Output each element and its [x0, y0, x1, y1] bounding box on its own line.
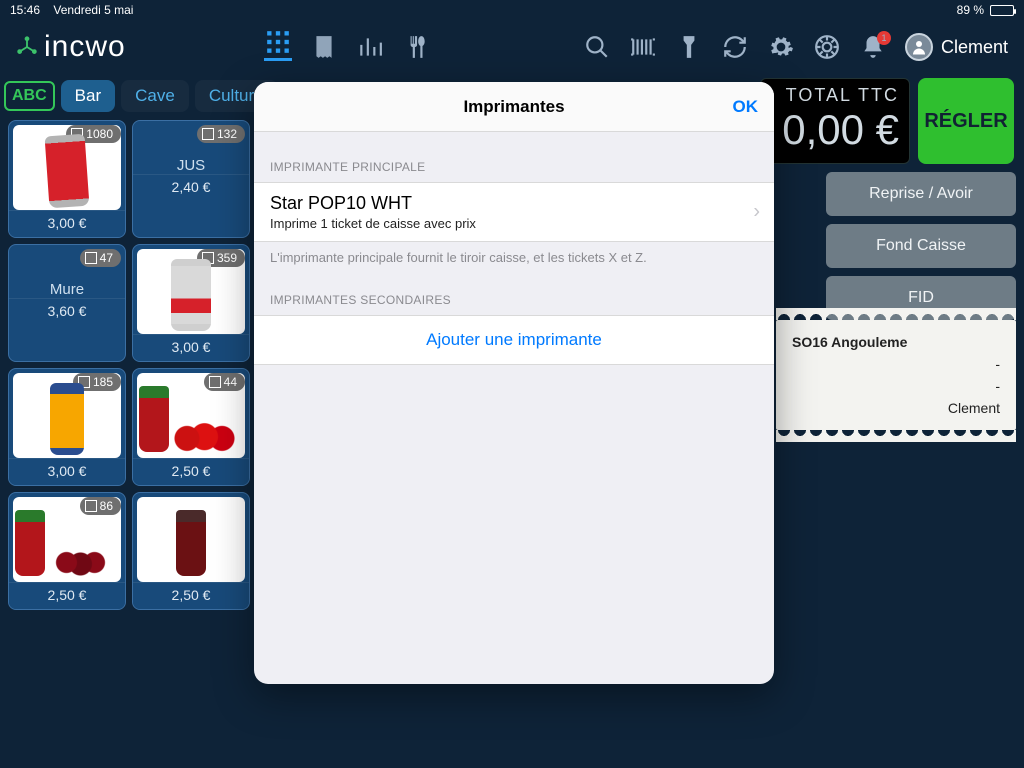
printer-row[interactable]: Star POP10 WHT Imprime 1 ticket de caiss…	[254, 182, 774, 242]
main-printer-note: L'imprimante principale fournit le tiroi…	[254, 242, 774, 265]
section-secondary-printers: IMPRIMANTES SECONDAIRES	[254, 265, 774, 315]
printer-description: Imprime 1 ticket de caisse avec prix	[270, 216, 738, 231]
printer-name: Star POP10 WHT	[270, 193, 738, 214]
modal-ok-button[interactable]: OK	[733, 97, 759, 117]
chevron-right-icon: ›	[753, 201, 760, 224]
modal-title: Imprimantes	[463, 97, 564, 117]
section-main-printer: IMPRIMANTE PRINCIPALE	[254, 132, 774, 182]
add-printer-button[interactable]: Ajouter une imprimante	[254, 315, 774, 365]
printers-modal: Imprimantes OK IMPRIMANTE PRINCIPALE Sta…	[254, 82, 774, 684]
modal-header: Imprimantes OK	[254, 82, 774, 132]
